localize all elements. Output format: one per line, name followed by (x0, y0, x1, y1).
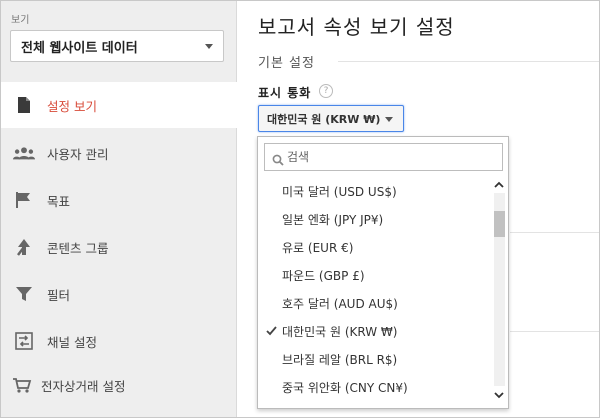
view-select-value: 전체 웹사이트 데이터 (21, 40, 138, 56)
option-label: 미국 달러 (USD US$) (282, 184, 397, 199)
sidebar-item-channel-settings[interactable]: 채널 설정 (1, 318, 237, 364)
view-label: 보기 (11, 15, 30, 26)
currency-option-usd[interactable]: 미국 달러 (USD US$) (258, 177, 490, 205)
section-divider (338, 61, 599, 62)
divider (510, 331, 599, 332)
option-label: 파운드 (GBP £) (282, 268, 365, 283)
filter-icon (13, 284, 35, 304)
scroll-down-arrow-icon[interactable] (491, 388, 507, 402)
option-label: 대한민국 원 (KRW ₩) (282, 324, 398, 339)
channel-settings-icon (13, 331, 35, 351)
sidebar-item-label: 목표 (47, 193, 71, 209)
search-box (264, 143, 503, 171)
currency-option-aud[interactable]: 호주 달러 (AUD AU$) (258, 289, 490, 317)
option-label: 유로 (EUR €) (282, 240, 354, 255)
sidebar-item-label: 필터 (47, 287, 71, 303)
currency-option-cny[interactable]: 중국 위안화 (CNY CN¥) (258, 373, 490, 401)
sidebar-item-label: 전자상거래 설정 (41, 378, 126, 394)
cart-icon (11, 375, 33, 395)
option-label: 호주 달러 (AUD AU$) (282, 296, 398, 311)
sidebar-item-label: 채널 설정 (47, 334, 97, 350)
sidebar-item-label: 설정 보기 (47, 98, 97, 114)
app-frame: 보기 전체 웹사이트 데이터 설정 보기 사용자 관리 목표 콘텐츠 그룹 필터… (0, 0, 600, 418)
sidebar-item-filters[interactable]: 필터 (1, 271, 237, 317)
option-label: 브라질 레알 (BRL R$) (282, 352, 398, 367)
currency-option-gbp[interactable]: 파운드 (GBP £) (258, 261, 490, 289)
page-title: 보고서 속성 보기 설정 (258, 15, 455, 39)
users-icon (13, 143, 35, 163)
currency-option-eur[interactable]: 유로 (EUR €) (258, 233, 490, 261)
divider (510, 232, 599, 233)
currency-label: 표시 통화 (258, 86, 312, 100)
currency-select-value: 대한민국 원 (KRW ₩) (267, 112, 381, 126)
sidebar-item-view-settings[interactable]: 설정 보기 (1, 82, 238, 128)
content-grouping-icon (13, 237, 35, 257)
dropdown-scrollbar[interactable] (491, 177, 507, 402)
scroll-up-arrow-icon[interactable] (491, 177, 507, 191)
sidebar-item-user-management[interactable]: 사용자 관리 (1, 130, 237, 176)
chevron-down-icon (385, 117, 393, 122)
checkmark-icon (266, 325, 277, 339)
currency-option-krw[interactable]: 대한민국 원 (KRW ₩) (258, 317, 490, 345)
sidebar: 보기 전체 웹사이트 데이터 설정 보기 사용자 관리 목표 콘텐츠 그룹 필터… (1, 1, 238, 417)
currency-select[interactable]: 대한민국 원 (KRW ₩) (258, 105, 404, 132)
option-label: 중국 위안화 (CNY CN¥) (282, 380, 408, 395)
sidebar-item-goals[interactable]: 목표 (1, 177, 237, 223)
sidebar-item-content-grouping[interactable]: 콘텐츠 그룹 (1, 224, 237, 270)
currency-option-jpy[interactable]: 일본 엔화 (JPY JP¥) (258, 205, 490, 233)
scroll-thumb[interactable] (494, 211, 505, 237)
sidebar-item-ecommerce-settings[interactable]: 전자상거래 설정 (1, 362, 237, 408)
help-icon[interactable]: ? (319, 84, 333, 98)
flag-icon (13, 190, 35, 210)
section-title: 기본 설정 (258, 56, 315, 71)
chevron-down-icon (205, 44, 213, 49)
currency-dropdown: 미국 달러 (USD US$) 일본 엔화 (JPY JP¥) 유로 (EUR … (257, 136, 509, 409)
search-input[interactable] (287, 146, 497, 168)
option-label: 일본 엔화 (JPY JP¥) (282, 212, 384, 227)
search-icon (272, 151, 284, 170)
sidebar-item-label: 콘텐츠 그룹 (47, 240, 109, 256)
view-select[interactable]: 전체 웹사이트 데이터 (10, 30, 224, 62)
sidebar-item-label: 사용자 관리 (47, 146, 109, 162)
currency-option-brl[interactable]: 브라질 레알 (BRL R$) (258, 345, 490, 373)
document-icon (13, 95, 35, 115)
